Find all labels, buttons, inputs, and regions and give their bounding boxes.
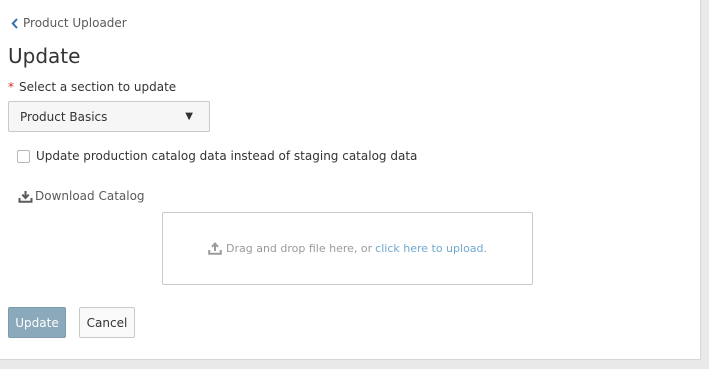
uploader-card: Product Uploader Update * Select a sectio… — [0, 0, 701, 360]
upload-icon — [208, 242, 222, 255]
download-catalog-label: Download Catalog — [35, 189, 145, 203]
upload-link[interactable]: click here to upload. — [375, 242, 487, 255]
back-link[interactable]: Product Uploader — [11, 16, 127, 30]
section-select-label: * Select a section to update — [8, 80, 176, 94]
production-data-checkbox[interactable] — [17, 149, 30, 163]
section-select-value: Product Basics — [20, 109, 108, 124]
page-title: Update — [8, 44, 81, 68]
back-link-label: Product Uploader — [23, 16, 127, 30]
update-button[interactable]: Update — [8, 307, 66, 338]
download-catalog-link[interactable]: Download Catalog — [18, 189, 145, 203]
required-marker: * — [8, 80, 14, 94]
production-data-option[interactable]: Update production catalog data instead o… — [17, 149, 417, 163]
cancel-button[interactable]: Cancel — [79, 307, 135, 338]
download-icon — [18, 190, 33, 203]
section-select-label-text: Select a section to update — [19, 80, 177, 94]
upload-dropzone[interactable]: Drag and drop file here, or click here t… — [162, 212, 533, 285]
dropzone-text: Drag and drop file here, or — [225, 242, 373, 255]
caret-down-icon: ▼ — [185, 111, 193, 122]
production-data-label: Update production catalog data instead o… — [36, 149, 418, 163]
section-select[interactable]: Product Basics ▼ — [8, 101, 210, 132]
chevron-left-icon — [11, 17, 18, 29]
